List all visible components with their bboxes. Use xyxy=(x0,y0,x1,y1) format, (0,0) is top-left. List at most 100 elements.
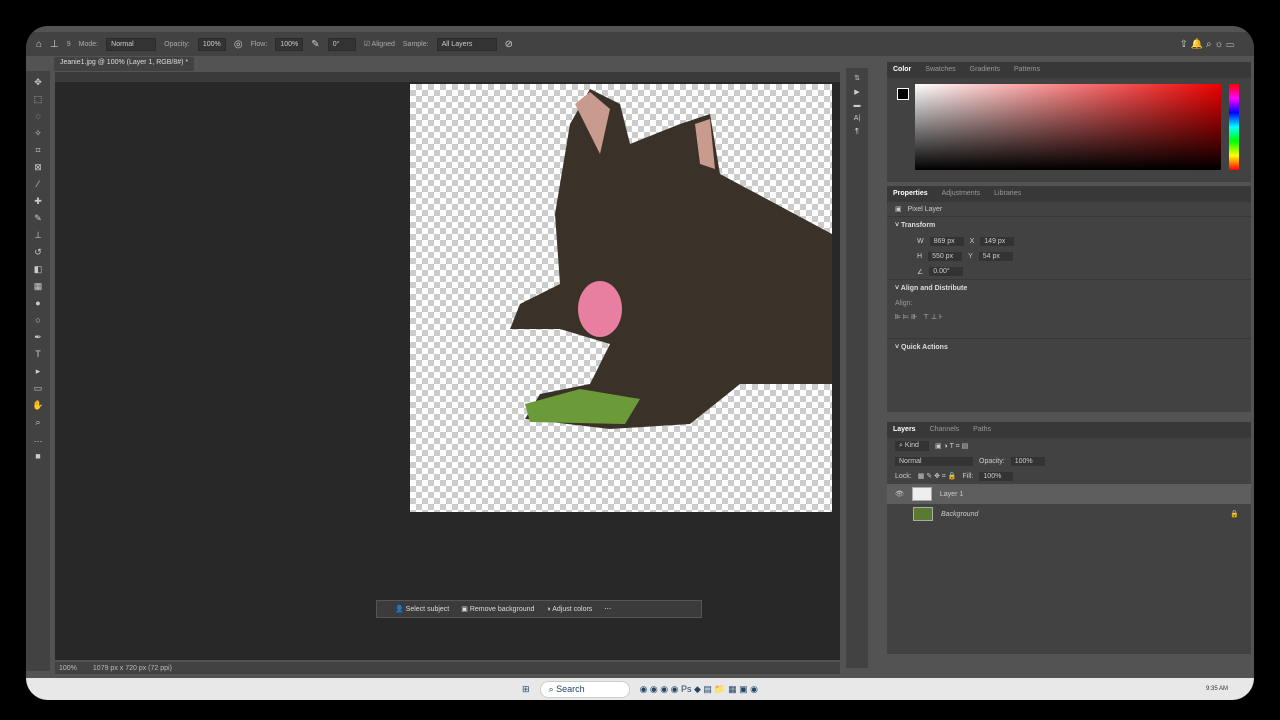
zoom-tool-icon[interactable]: ⌕ xyxy=(35,417,40,430)
share-icon[interactable]: ⇪ 🔔 ⌕ ☼ ▭ xyxy=(1180,39,1234,50)
width-field[interactable]: 869 px xyxy=(929,237,964,246)
eye-icon[interactable]: 👁 xyxy=(895,490,904,498)
tab-channels[interactable]: Channels xyxy=(930,426,960,434)
aligned-label: Aligned xyxy=(371,41,395,48)
options-bar: ⌂ ⊥ 9 Mode: Normal Opacity: 100% ◎ Flow:… xyxy=(26,32,1254,56)
layer-thumbnail xyxy=(913,507,933,521)
pressure-icon[interactable]: ◎ xyxy=(234,39,243,50)
align-buttons[interactable]: ⊫ ⊨ ⊪ ⊤ ⊥ ⊦ xyxy=(887,310,1251,324)
tab-swatches[interactable]: Swatches xyxy=(925,66,955,74)
kind-label: Kind xyxy=(904,442,919,449)
app-icons[interactable]: ◉ ◉ ◉ ◉ Ps ◆ ▤ 📁 ▦ ▣ ◉ xyxy=(640,684,758,695)
layer-thumbnail xyxy=(911,487,932,501)
layer-opacity-field[interactable]: 100% xyxy=(1010,457,1045,466)
clone-stamp-tool-icon[interactable]: ⊥ xyxy=(34,230,42,243)
properties-panel: Properties Adjustments Libraries ▣ Pixel La… xyxy=(887,186,1251,412)
document-tab[interactable]: Jeanie1.jpg @ 100% (Layer 1, RGB/8#) * xyxy=(54,57,195,71)
brush-tool-icon[interactable]: ✎ xyxy=(34,213,42,226)
y-field[interactable]: 54 px xyxy=(978,252,1013,261)
history-brush-icon[interactable]: ↺ xyxy=(34,247,42,260)
tab-patterns[interactable]: Patterns xyxy=(1014,66,1040,74)
taskbar-search[interactable]: ⌕ Search xyxy=(539,680,630,698)
lasso-tool-icon[interactable]: ◌ xyxy=(35,111,40,124)
layer-type: Pixel Layer xyxy=(907,205,943,213)
flow-field[interactable]: 100% xyxy=(275,37,304,51)
shape-icon[interactable]: ▭ xyxy=(34,383,43,396)
magic-wand-icon[interactable]: ✧ xyxy=(34,128,42,141)
color-field[interactable] xyxy=(915,84,1221,170)
eraser-icon[interactable]: ◧ xyxy=(34,264,43,277)
align-label: Align: xyxy=(895,300,913,307)
history-icon[interactable]: ⇅ xyxy=(854,74,860,82)
sample-label: Sample: xyxy=(402,40,429,48)
mode-select[interactable]: Normal xyxy=(106,37,157,51)
clone-stamp-icon[interactable]: ⊥ xyxy=(50,39,59,50)
opacity-label: Opacity: xyxy=(164,40,190,48)
blur-icon[interactable]: ● xyxy=(35,298,40,311)
color-swatches-icon[interactable]: ■ xyxy=(35,451,40,464)
path-select-icon[interactable]: ▸ xyxy=(36,366,41,379)
quick-actions-heading[interactable]: Quick Actions xyxy=(901,344,948,351)
lock-label: Lock: xyxy=(895,473,912,480)
healing-icon[interactable]: ✚ xyxy=(34,196,42,209)
brush-size[interactable]: 9 xyxy=(67,41,71,48)
pen-icon[interactable]: ✒ xyxy=(34,332,42,345)
layer-row[interactable]: 👁 Layer 1 xyxy=(887,484,1251,504)
more-tools-icon[interactable]: … xyxy=(34,434,43,447)
angle-field[interactable]: 0° xyxy=(327,37,356,51)
comment-icon[interactable]: ▬ xyxy=(854,102,861,109)
ruler xyxy=(55,72,840,82)
marquee-tool-icon[interactable]: ⬚ xyxy=(34,94,43,107)
mode-label: Mode: xyxy=(78,40,99,48)
lock-icons[interactable]: ▦ ✎ ✥ ⌗ 🔒 xyxy=(918,472,957,481)
windows-start-icon[interactable]: ⊞ xyxy=(522,684,530,695)
adjust-colors-button[interactable]: ◑ Adjust colors xyxy=(546,606,592,613)
hand-icon[interactable]: ✋ xyxy=(32,400,43,413)
sample-select[interactable]: All Layers xyxy=(436,37,497,51)
foreground-color[interactable] xyxy=(897,88,909,100)
filter-icons[interactable]: ▣ ◑ T ⌗ ▤ xyxy=(935,442,968,451)
tab-adjustments[interactable]: Adjustments xyxy=(942,190,981,198)
select-subject-button[interactable]: 👤 Select subject xyxy=(395,605,449,613)
zoom-level[interactable]: 100% xyxy=(59,665,77,672)
kind-filter[interactable]: ⌕ Kind xyxy=(895,441,929,451)
character-icon[interactable]: A| xyxy=(854,115,861,122)
paragraph-icon[interactable]: ¶ xyxy=(855,128,859,135)
height-field[interactable]: 550 px xyxy=(928,252,963,261)
frame-tool-icon[interactable]: ⊠ xyxy=(34,162,42,175)
align-heading[interactable]: Align and Distribute xyxy=(901,285,968,292)
home-icon[interactable]: ⌂ xyxy=(36,39,42,50)
tab-libraries[interactable]: Libraries xyxy=(994,190,1021,198)
hue-slider[interactable] xyxy=(1229,84,1239,170)
tab-gradients[interactable]: Gradients xyxy=(970,66,1000,74)
layer-row[interactable]: Background 🔒 xyxy=(887,504,1251,524)
type-tool-icon[interactable]: T xyxy=(35,349,41,362)
more-options-icon[interactable]: ⋯ xyxy=(604,605,611,613)
eyedropper-icon[interactable]: ⁄ xyxy=(37,179,39,192)
play-icon[interactable]: ▶ xyxy=(854,88,859,96)
ignore-adjustment-icon[interactable]: ⊘ xyxy=(505,39,513,50)
angle-field[interactable]: 0.00° xyxy=(929,267,964,276)
aligned-checkbox[interactable]: ☑ Aligned xyxy=(364,40,395,48)
gradient-icon[interactable]: ▦ xyxy=(34,281,43,294)
dodge-icon[interactable]: ○ xyxy=(35,315,40,328)
airbrush-icon[interactable]: ✎ xyxy=(311,39,319,50)
x-field[interactable]: 149 px xyxy=(980,237,1015,246)
fill-label: Fill: xyxy=(962,473,974,480)
crop-tool-icon[interactable]: ⌗ xyxy=(35,145,40,158)
move-tool-icon[interactable]: ✥ xyxy=(34,77,42,90)
adjust-colors-label: Adjust colors xyxy=(552,605,593,613)
tab-layers[interactable]: Layers xyxy=(893,426,916,434)
transform-heading[interactable]: Transform xyxy=(901,222,935,229)
tab-color[interactable]: Color xyxy=(893,66,911,74)
opacity-field[interactable]: 100% xyxy=(197,37,226,51)
fill-field[interactable]: 100% xyxy=(979,472,1014,481)
document-canvas[interactable] xyxy=(410,84,832,512)
document-dimensions: 1079 px x 720 px (72 ppi) xyxy=(92,664,172,672)
photoshop-window: ⌂ ⊥ 9 Mode: Normal Opacity: 100% ◎ Flow:… xyxy=(26,26,1254,700)
tab-paths[interactable]: Paths xyxy=(973,426,991,434)
clock[interactable]: 9:35 AM xyxy=(1206,686,1228,692)
blend-mode-select[interactable]: Normal xyxy=(895,457,973,466)
tab-properties[interactable]: Properties xyxy=(893,190,928,198)
remove-background-button[interactable]: ▣ Remove background xyxy=(461,605,534,613)
